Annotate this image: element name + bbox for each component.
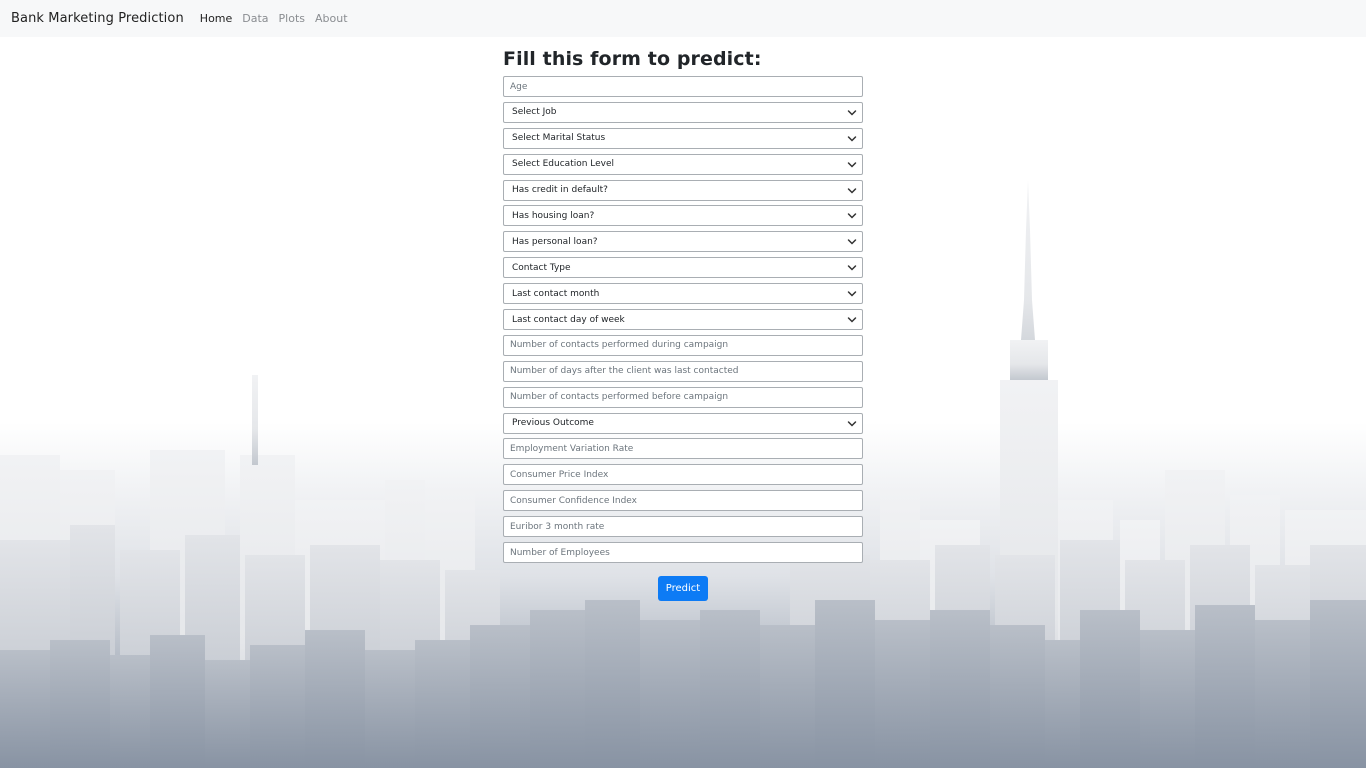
submit-row: Predict <box>503 576 863 602</box>
last-contact-month-select[interactable]: Last contact month <box>503 283 863 305</box>
education-level-select[interactable]: Select Education Level <box>503 153 863 175</box>
contact-type-select-value: Contact Type <box>512 262 571 273</box>
brand-link[interactable]: Bank Marketing Prediction <box>11 11 184 26</box>
age-input[interactable]: Age <box>503 76 863 97</box>
credit-default-select-value: Has credit in default? <box>512 185 608 196</box>
credit-default-select[interactable]: Has credit in default? <box>503 179 863 201</box>
housing-loan-select[interactable]: Has housing loan? <box>503 205 863 227</box>
chevron-down-icon <box>847 187 857 194</box>
page: Bank Marketing Prediction Home Data Plot… <box>0 0 1366 768</box>
chevron-down-icon <box>847 161 857 168</box>
education-level-select-value: Select Education Level <box>512 159 615 170</box>
days-since-contact-input[interactable]: Number of days after the client was last… <box>503 360 863 382</box>
prediction-form: Fill this form to predict: Age Select Jo… <box>503 47 863 602</box>
chevron-down-icon <box>847 291 857 297</box>
previous-outcome-select[interactable]: Previous Outcome <box>503 412 863 434</box>
number-of-employees-input[interactable]: Number of Employees <box>503 542 863 564</box>
chevron-down-icon <box>847 265 857 271</box>
last-contact-day-select[interactable]: Last contact day of week <box>503 309 863 331</box>
form-title: Fill this form to predict: <box>503 48 762 70</box>
personal-loan-select-value: Has personal loan? <box>512 236 598 247</box>
previous-outcome-select-value: Previous Outcome <box>512 418 594 429</box>
chevron-down-icon <box>847 317 857 323</box>
chevron-down-icon <box>847 136 857 142</box>
job-select[interactable]: Select Job <box>503 101 863 123</box>
chevron-down-icon <box>847 213 857 220</box>
last-contact-day-select-value: Last contact day of week <box>512 314 625 325</box>
nav-links: Home Data Plots About <box>200 12 348 25</box>
job-select-value: Select Job <box>512 107 557 118</box>
predict-button[interactable]: Predict <box>658 576 708 602</box>
housing-loan-select-value: Has housing loan? <box>512 210 595 221</box>
consumer-confidence-index-input[interactable]: Consumer Confidence Index <box>503 490 863 512</box>
employment-variation-rate-input[interactable]: Employment Variation Rate <box>503 438 863 460</box>
consumer-price-index-input[interactable]: Consumer Price Index <box>503 464 863 486</box>
chevron-down-icon <box>847 420 857 427</box>
nav-link-plots[interactable]: Plots <box>279 12 305 25</box>
nav-link-data[interactable]: Data <box>242 12 268 25</box>
marital-status-select-value: Select Marital Status <box>512 133 606 144</box>
personal-loan-select[interactable]: Has personal loan? <box>503 231 863 253</box>
nav-link-home[interactable]: Home <box>200 12 232 25</box>
chevron-down-icon <box>847 239 857 245</box>
euribor-rate-input[interactable]: Euribor 3 month rate <box>503 516 863 538</box>
nav-link-about[interactable]: About <box>315 12 348 25</box>
previous-contacts-input[interactable]: Number of contacts performed before camp… <box>503 386 863 408</box>
last-contact-month-select-value: Last contact month <box>512 288 600 299</box>
contact-type-select[interactable]: Contact Type <box>503 257 863 279</box>
marital-status-select[interactable]: Select Marital Status <box>503 127 863 149</box>
chevron-down-icon <box>847 110 857 116</box>
campaign-contacts-input[interactable]: Number of contacts performed during camp… <box>503 334 863 356</box>
navbar: Bank Marketing Prediction Home Data Plot… <box>0 0 1366 37</box>
